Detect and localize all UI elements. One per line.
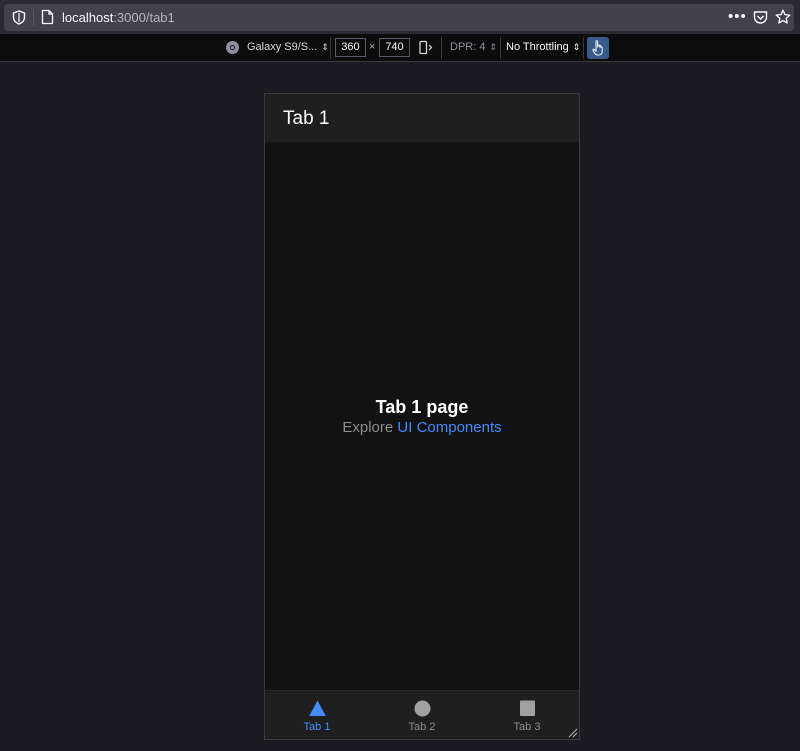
chrome-icon: [226, 41, 239, 54]
pocket-icon[interactable]: [753, 10, 768, 25]
url-divider: [33, 9, 34, 26]
dpr-label: DPR: 4: [450, 41, 486, 53]
throttling-selector[interactable]: No Throttling ⇕: [506, 41, 580, 53]
device-label: Galaxy S9/S...: [247, 41, 318, 53]
app-header: Tab 1: [265, 94, 579, 142]
device-selector[interactable]: Galaxy S9/S... ⇕: [247, 41, 329, 53]
toolbar-divider: [500, 37, 501, 59]
browser-toolbar: localhost:3000/tab1 •••: [0, 0, 800, 34]
dpr-caret-icon: ⇕: [489, 42, 498, 52]
star-icon[interactable]: [775, 9, 791, 25]
toolbar-divider: [441, 37, 442, 59]
content-heading: Tab 1 page: [375, 397, 469, 417]
toolbar-divider: [583, 37, 584, 59]
url-path: :3000/tab1: [113, 10, 175, 25]
resize-handle-icon[interactable]: [567, 727, 578, 738]
content-subtitle: Explore UI Components: [265, 418, 579, 438]
square-icon: [520, 700, 535, 716]
tab-1-label: Tab 1: [303, 721, 331, 733]
url-text[interactable]: localhost:3000/tab1: [62, 10, 175, 25]
url-host: localhost: [62, 10, 114, 25]
circle-icon: [414, 700, 431, 717]
viewport-width-input[interactable]: 360: [335, 38, 366, 57]
tab-3-label: Tab 3: [513, 721, 541, 733]
hand-pointer-icon: [592, 40, 603, 56]
throttling-caret-icon: ⇕: [572, 42, 581, 52]
rotate-viewport-icon[interactable]: [418, 40, 433, 55]
triangle-icon: [309, 700, 326, 716]
page-title: Tab 1: [283, 108, 330, 129]
tab-2-label: Tab 2: [408, 721, 436, 733]
url-bar[interactable]: localhost:3000/tab1 •••: [4, 4, 794, 31]
tab-1-button[interactable]: Tab 1: [265, 691, 369, 740]
device-viewport: Tab 1 Tab 1 page Explore UI Components T…: [264, 93, 580, 740]
more-actions-button[interactable]: •••: [728, 8, 747, 25]
page-icon[interactable]: [41, 9, 54, 25]
toolbar-divider: [330, 37, 331, 59]
device-caret-icon: ⇕: [321, 42, 329, 52]
responsive-toolbar: Galaxy S9/S... ⇕ 360 × 740 DPR: 4 ⇕ No Thr…: [0, 34, 800, 62]
viewport-height-input[interactable]: 740: [379, 38, 410, 57]
dpr-selector[interactable]: DPR: 4 ⇕: [450, 41, 497, 53]
tab-bar: Tab 1 Tab 2 Tab 3: [265, 690, 579, 739]
times-label: ×: [369, 41, 376, 53]
tab-2-button[interactable]: Tab 2: [370, 691, 474, 740]
explore-text: Explore: [342, 419, 398, 436]
content-container: Tab 1 page Explore UI Components: [265, 396, 579, 438]
throttling-label: No Throttling: [506, 41, 569, 53]
ui-components-link[interactable]: UI Components: [397, 419, 501, 436]
touch-simulation-button[interactable]: [587, 37, 609, 59]
tab-3-button[interactable]: Tab 3: [475, 691, 579, 740]
shield-icon[interactable]: [12, 10, 26, 25]
